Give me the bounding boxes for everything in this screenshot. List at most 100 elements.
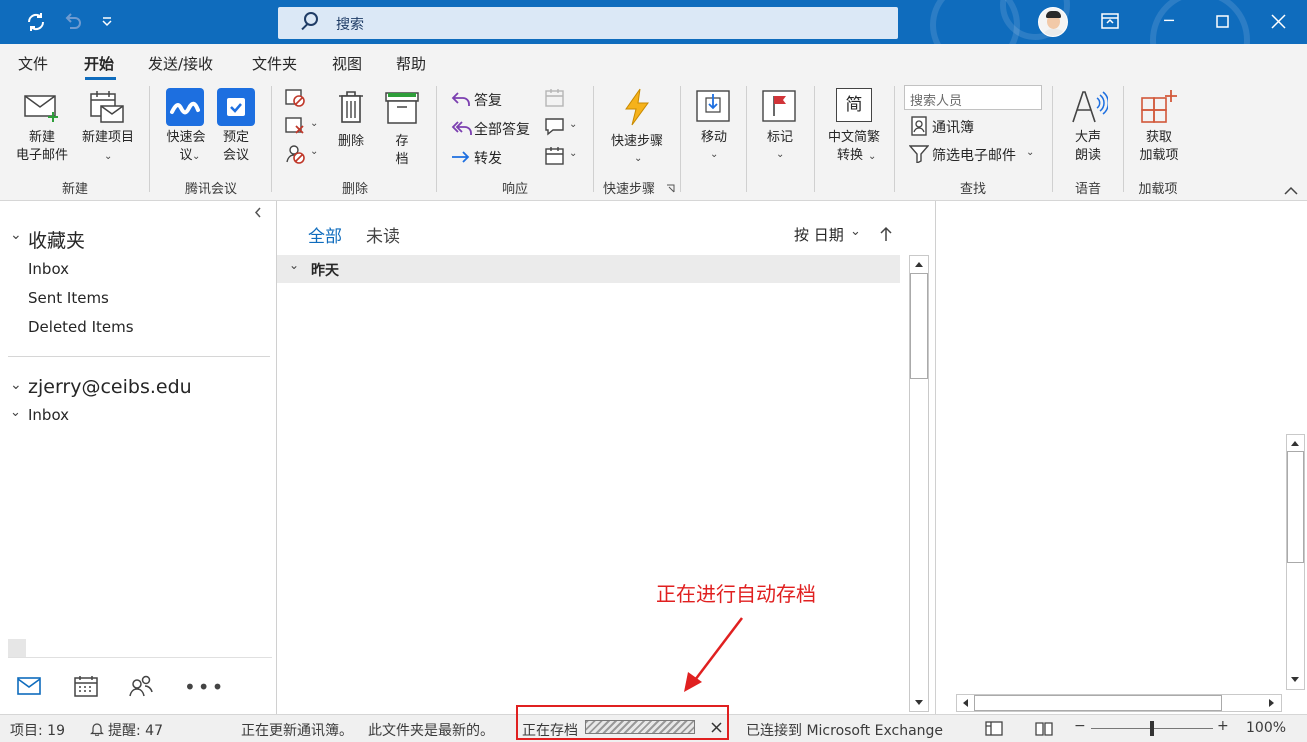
account-header[interactable]: ⌄ zjerry@ceibs.edu <box>10 375 240 401</box>
folder-deleted-items[interactable]: Deleted Items <box>28 318 134 336</box>
chinese-conversion-icon: 简 <box>836 88 872 122</box>
group-divider <box>814 86 815 192</box>
reply-button[interactable]: 答复 <box>448 88 538 110</box>
people-icon[interactable] <box>128 674 154 698</box>
calendar-icon[interactable] <box>74 675 98 697</box>
filter-tab-all[interactable]: 全部 <box>308 222 342 247</box>
more-apps-icon[interactable]: ••• <box>184 675 225 699</box>
annotation-arrow <box>684 617 743 692</box>
junk-icon[interactable] <box>284 143 306 165</box>
search-input[interactable]: 搜索 <box>278 7 898 39</box>
group-divider <box>1123 86 1124 192</box>
zoom-in-button[interactable]: + <box>1217 718 1229 734</box>
chinese-conversion-button[interactable]: 简 中文简繁 转换 ⌄ <box>820 84 888 172</box>
tab-home[interactable]: 开始 <box>84 53 114 74</box>
dialog-launcher-icon[interactable] <box>666 184 675 193</box>
folder-status: 此文件夹是最新的。 <box>368 723 494 739</box>
scroll-down-icon[interactable] <box>914 699 924 707</box>
chevron-down-icon: ⌄ <box>310 118 319 129</box>
title-bar: 搜索 ─ <box>0 0 1307 44</box>
scroll-left-icon[interactable] <box>961 698 969 708</box>
minimize-button[interactable]: ─ <box>1146 11 1192 30</box>
normal-view-icon[interactable] <box>985 721 1003 736</box>
zoom-out-button[interactable]: − <box>1074 718 1086 734</box>
tab-file[interactable]: 文件 <box>18 53 48 74</box>
sort-direction-icon[interactable] <box>880 226 892 242</box>
customize-toolbar-icon[interactable] <box>101 17 113 27</box>
clean-up-icon[interactable] <box>284 116 306 136</box>
scrollbar-thumb[interactable] <box>910 273 928 379</box>
search-placeholder: 搜索 <box>336 17 364 33</box>
tab-help[interactable]: 帮助 <box>396 53 426 74</box>
scrollbar-thumb[interactable] <box>974 695 1222 711</box>
group-label-delete: 删除 <box>341 182 368 197</box>
annotation-text: 正在进行自动存档 <box>656 582 816 606</box>
schedule-meeting-button[interactable]: 预定 会议 <box>213 84 261 172</box>
get-addins-button[interactable]: 获取 加载项 <box>1130 84 1188 172</box>
addins-icon <box>1141 90 1177 123</box>
lightning-icon <box>625 88 649 126</box>
sort-by-date-button[interactable]: 按 日期 ⌄ <box>794 224 866 246</box>
tab-folder[interactable]: 文件夹 <box>252 53 297 74</box>
menu-bar: 文件 开始 发送/接收 文件夹 视图 帮助 <box>0 44 1307 80</box>
group-label-tencent-meeting: 腾讯会议 <box>184 182 237 197</box>
ignore-icon[interactable] <box>284 88 306 108</box>
address-book-icon <box>911 116 927 136</box>
search-people-input[interactable]: 搜索人员 <box>904 85 1042 110</box>
filter-tab-unread[interactable]: 未读 <box>366 222 400 247</box>
read-aloud-button[interactable]: 大声 朗读 <box>1060 84 1116 172</box>
tab-view[interactable]: 视图 <box>332 53 362 74</box>
quick-steps-button[interactable]: 快速步骤 ⌄ <box>602 84 672 172</box>
im-reply-icon[interactable] <box>544 117 566 137</box>
group-header-yesterday[interactable]: ⌄ 昨天 <box>277 255 900 283</box>
close-button[interactable] <box>1271 14 1286 29</box>
quick-meeting-button[interactable]: 快速会 议 ⌄ <box>160 84 210 172</box>
group-divider <box>271 86 272 192</box>
delete-button[interactable]: 删除 <box>330 84 372 172</box>
folder-inbox[interactable]: Inbox <box>28 260 69 278</box>
scroll-down-icon[interactable] <box>1290 676 1300 684</box>
chevron-down-icon: ⌄ <box>10 227 22 243</box>
sync-icon[interactable] <box>25 11 47 33</box>
chevron-down-icon: ⌄ <box>289 258 300 272</box>
ribbon-display-options-icon[interactable] <box>1101 13 1119 29</box>
new-email-button[interactable]: 新建 电子邮件 <box>8 84 76 172</box>
mail-icon[interactable] <box>17 677 41 695</box>
collapse-pane-icon[interactable] <box>254 207 262 218</box>
zoom-level[interactable]: 100% <box>1246 720 1286 736</box>
group-divider <box>593 86 594 192</box>
avatar[interactable] <box>1038 7 1068 37</box>
chevron-down-icon: ⌄ <box>569 119 578 130</box>
forward-button[interactable]: 转发 <box>448 146 538 168</box>
scrollbar-thumb[interactable] <box>1287 451 1304 563</box>
maximize-button[interactable] <box>1216 15 1229 28</box>
tab-send-receive[interactable]: 发送/接收 <box>148 53 213 74</box>
chevron-down-icon: ⌄ <box>192 151 201 162</box>
collapse-ribbon-icon[interactable] <box>1284 186 1298 195</box>
group-label-quick-steps: 快速步骤 <box>602 182 655 197</box>
favorites-header[interactable]: ⌄ 收藏夹 <box>10 225 210 252</box>
filter-email-button[interactable]: 筛选电子邮件 ⌄ <box>908 143 1044 165</box>
new-item-button[interactable]: 新建项目 ⌄ <box>76 84 140 172</box>
folder-account-inbox[interactable]: ⌄ Inbox <box>10 405 130 427</box>
address-book-button[interactable]: 通讯簿 <box>908 115 1008 137</box>
undo-icon[interactable] <box>62 12 82 32</box>
scroll-right-icon[interactable] <box>1268 698 1276 708</box>
forward-icon <box>452 151 470 163</box>
reply-all-icon <box>451 121 472 135</box>
tags-button[interactable]: 标记 ⌄ <box>754 84 806 172</box>
scroll-up-icon[interactable] <box>1290 439 1300 447</box>
group-divider <box>1052 86 1053 192</box>
group-label-speech: 语音 <box>1074 182 1101 197</box>
zoom-slider-thumb[interactable] <box>1150 721 1154 736</box>
folder-sent-items[interactable]: Sent Items <box>28 289 109 307</box>
reply-all-button[interactable]: 全部答复 <box>448 117 538 139</box>
archive-button[interactable]: 存 档 <box>381 84 423 172</box>
reminders-count[interactable]: 提醒: 47 <box>108 720 163 740</box>
move-button[interactable]: 移动 ⌄ <box>688 84 740 172</box>
more-respond-icon[interactable] <box>544 146 566 166</box>
scroll-up-icon[interactable] <box>914 260 924 268</box>
archive-icon <box>385 92 419 124</box>
reading-view-icon[interactable] <box>1035 721 1053 736</box>
chevron-down-icon: ⌄ <box>1026 147 1035 158</box>
